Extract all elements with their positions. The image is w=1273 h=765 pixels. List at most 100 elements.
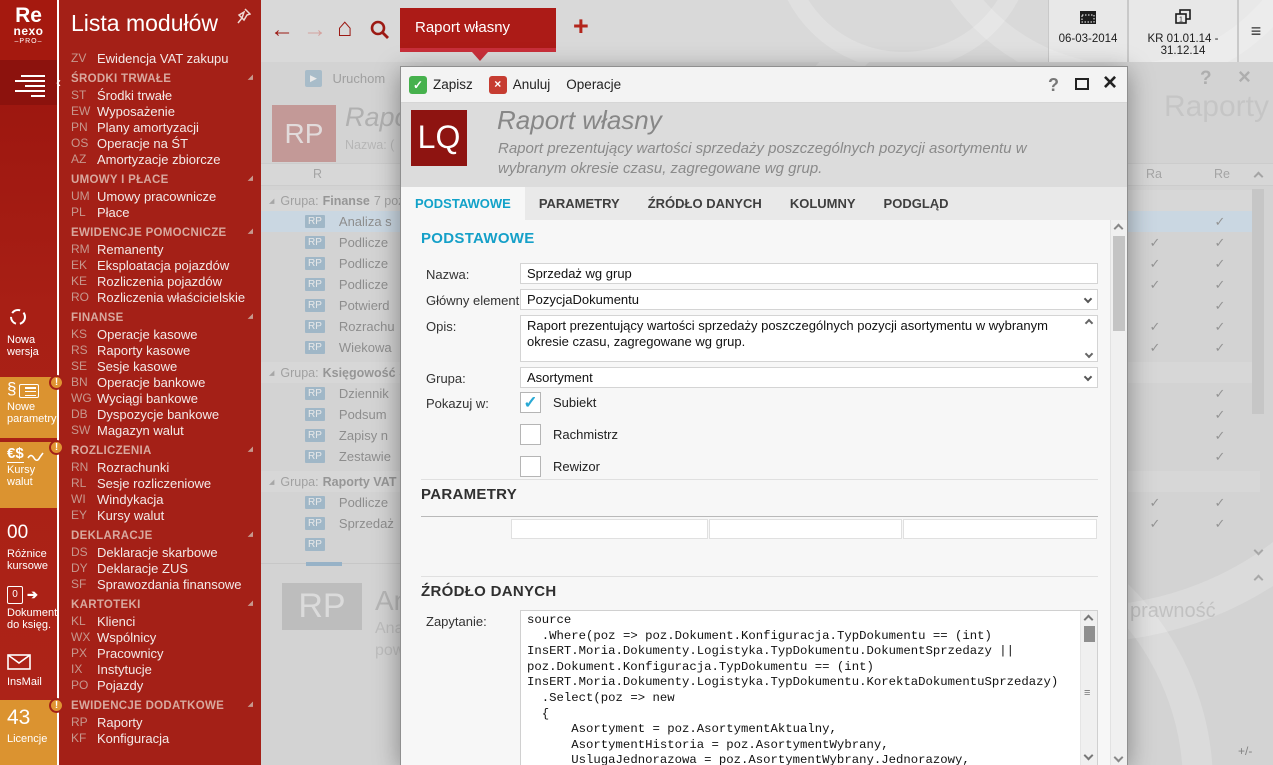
dialog-tab[interactable]: ŹRÓDŁO DANYCH xyxy=(634,187,776,220)
module-list-toggle[interactable]: ‹ xyxy=(0,60,57,105)
module-item[interactable]: PX Pracownicy xyxy=(59,645,261,661)
module-item[interactable]: RP Raporty xyxy=(59,714,261,730)
report-row[interactable]: ◢ RP xyxy=(261,534,400,555)
parametry-nazwa-input[interactable] xyxy=(709,519,902,539)
shortcut-roznice-kursowe[interactable]: 00 Różnice kursowe xyxy=(0,515,57,575)
report-row[interactable]: ◢ RP Sprzedaż xyxy=(261,513,400,534)
report-row[interactable]: ◢ RP Zapisy n xyxy=(261,425,400,446)
module-item[interactable]: FINANSE xyxy=(59,310,261,326)
report-row-checks[interactable]: ✓ xyxy=(1128,383,1260,404)
module-item[interactable]: UM Umowy pracownicze xyxy=(59,188,261,204)
shortcut-nowe-parametry[interactable]: ! § Nowe parametry xyxy=(0,377,57,438)
module-item[interactable]: KS Operacje kasowe xyxy=(59,326,261,342)
report-row-checks[interactable]: ✓ ✓ xyxy=(1128,513,1260,534)
module-item[interactable]: UMOWY I PŁACE xyxy=(59,172,261,188)
report-row-checks[interactable] xyxy=(1128,471,1260,492)
column-r[interactable]: R xyxy=(313,167,322,181)
module-item[interactable]: WI Windykacja xyxy=(59,491,261,507)
module-item[interactable]: WX Wspólnicy xyxy=(59,629,261,645)
module-item[interactable]: KE Rozliczenia pojazdów xyxy=(59,273,261,289)
module-item[interactable]: RO Rozliczenia właścicielskie xyxy=(59,289,261,305)
module-item[interactable]: RN Rozrachunki xyxy=(59,459,261,475)
scroll-up-icon[interactable] xyxy=(1254,172,1264,182)
report-row[interactable]: ◢ RP Podsum xyxy=(261,404,400,425)
report-row[interactable]: ◢ RP Podlicze xyxy=(261,232,400,253)
report-row-checks[interactable]: ✓ xyxy=(1128,446,1260,467)
dialog-tab[interactable]: PARAMETRY xyxy=(525,187,634,220)
module-item[interactable]: PO Pojazdy xyxy=(59,677,261,693)
shortcut-licencje[interactable]: ! 43 Licencje xyxy=(0,700,57,765)
glowny-element-select[interactable]: PozycjaDokumentu xyxy=(520,289,1098,310)
report-row-checks[interactable]: ✓ xyxy=(1128,425,1260,446)
report-row[interactable]: ◢ Grupa: Raporty VAT 9 xyxy=(261,471,400,492)
opis-textarea[interactable]: Raport prezentujący wartości sprzedaży p… xyxy=(520,315,1098,362)
save-button[interactable]: ✓ Zapisz xyxy=(409,76,473,94)
shortcut-nowa-wersja[interactable]: Nowa wersja xyxy=(0,300,57,370)
column-re[interactable]: Re xyxy=(1214,167,1230,181)
date-button[interactable]: 06-03-2014 xyxy=(1048,0,1128,62)
parametry-identyfikator-input[interactable] xyxy=(511,519,708,539)
report-row[interactable]: ◢ Grupa: Finanse 7 poz xyxy=(261,190,400,211)
module-item[interactable]: DS Deklaracje skarbowe xyxy=(59,544,261,560)
report-row[interactable]: ◢ RP Zestawie xyxy=(261,446,400,467)
module-item[interactable]: ŚRODKI TRWAŁE xyxy=(59,71,261,87)
report-row-checks[interactable] xyxy=(1128,534,1260,555)
module-item[interactable]: SE Sesje kasowe xyxy=(59,358,261,374)
main-menu-button[interactable]: ≡ xyxy=(1238,0,1273,62)
splitter-handle[interactable] xyxy=(306,562,342,566)
module-item[interactable]: SW Magazyn walut xyxy=(59,422,261,438)
home-button[interactable]: ⌂ xyxy=(337,14,353,40)
nazwa-input[interactable]: Sprzedaż wg grup xyxy=(520,263,1098,284)
forward-button[interactable]: → xyxy=(303,17,327,43)
module-item[interactable]: WG Wyciągi bankowe xyxy=(59,390,261,406)
report-row-checks[interactable]: ✓ ✓ xyxy=(1128,274,1260,295)
background-help-icon[interactable]: ? xyxy=(1200,68,1212,90)
module-item[interactable]: DEKLARACJE xyxy=(59,528,261,544)
module-item[interactable]: OS Operacje na ŚT xyxy=(59,135,261,151)
module-item[interactable]: BN Operacje bankowe xyxy=(59,374,261,390)
search-button[interactable] xyxy=(369,19,391,47)
code-scrollbar-thumb[interactable] xyxy=(1084,626,1095,642)
module-item[interactable]: KF Konfiguracja xyxy=(59,730,261,746)
plus-minus-control[interactable]: +/- xyxy=(1238,744,1252,758)
module-item[interactable]: RL Sesje rozliczeniowe xyxy=(59,475,261,491)
zapytanie-code-editor[interactable]: source .Where(poz => poz.Dokument.Konfig… xyxy=(520,610,1098,765)
report-row-checks[interactable]: ✓ ✓ xyxy=(1128,316,1260,337)
scroll-up-icon[interactable] xyxy=(1114,224,1124,234)
module-item[interactable]: KARTOTEKI xyxy=(59,597,261,613)
report-row-checks[interactable]: ✓ xyxy=(1128,211,1260,232)
report-row-checks[interactable] xyxy=(1128,190,1260,211)
checkbox[interactable] xyxy=(520,456,541,477)
scrollbar-thumb[interactable] xyxy=(1252,189,1264,414)
pin-icon[interactable] xyxy=(237,8,251,24)
cancel-button[interactable]: × Anuluj xyxy=(489,76,551,94)
scroll-down-icon[interactable] xyxy=(1085,350,1093,358)
dialog-help-button[interactable]: ? xyxy=(1048,75,1059,96)
report-row[interactable]: ◢ RP Wiekowa xyxy=(261,337,400,358)
scroll-up-icon[interactable] xyxy=(1084,615,1094,625)
scroll-up-icon[interactable] xyxy=(1085,319,1093,327)
report-row-checks[interactable]: ✓ ✓ xyxy=(1128,232,1260,253)
report-row[interactable]: ◢ RP Dziennik xyxy=(261,383,400,404)
group-expand-icon[interactable]: ◢ xyxy=(269,369,274,377)
scroll-down-icon[interactable] xyxy=(1114,753,1124,763)
module-item[interactable]: DB Dyspozycje bankowe xyxy=(59,406,261,422)
module-item[interactable]: ST Środki trwałe xyxy=(59,87,261,103)
module-item[interactable]: IX Instytucje xyxy=(59,661,261,677)
report-row-checks[interactable] xyxy=(1128,362,1260,383)
report-row-checks[interactable]: ✓ ✓ xyxy=(1128,337,1260,358)
dialog-tab[interactable]: KOLUMNY xyxy=(776,187,870,220)
module-item[interactable]: EWIDENCJE DODATKOWE xyxy=(59,698,261,714)
shortcut-kursy-walut[interactable]: ! €$ Kursy walut xyxy=(0,440,57,508)
module-item[interactable]: EWIDENCJE POMOCNICZE xyxy=(59,225,261,241)
report-row[interactable]: ◢ RP Podlicze xyxy=(261,274,400,295)
report-row-checks[interactable]: ✓ xyxy=(1128,404,1260,425)
dialog-close-button[interactable]: × xyxy=(1103,69,1117,97)
group-expand-icon[interactable]: ◢ xyxy=(269,478,274,486)
dialog-tab[interactable]: PODSTAWOWE xyxy=(401,187,525,220)
operations-menu[interactable]: Operacje xyxy=(566,77,621,92)
dialog-scrollbar[interactable] xyxy=(1110,220,1127,765)
report-row-checks[interactable]: ✓ xyxy=(1128,295,1260,316)
module-item[interactable]: PN Plany amortyzacji xyxy=(59,119,261,135)
module-item[interactable]: PL Płace xyxy=(59,204,261,220)
